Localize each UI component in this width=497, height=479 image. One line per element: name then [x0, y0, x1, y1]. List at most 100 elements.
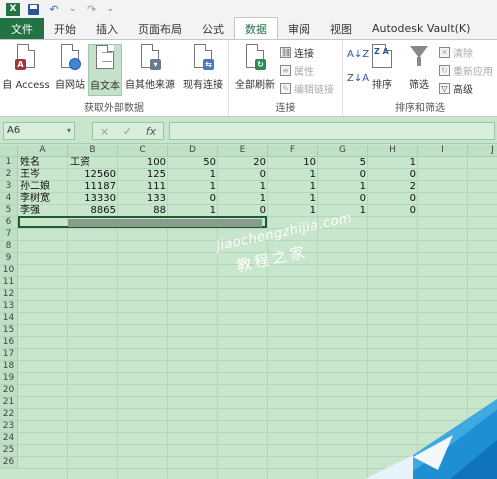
table-cell[interactable]: 8865: [68, 205, 118, 216]
existing-connections-button[interactable]: ⇆ 现有连接: [180, 44, 226, 96]
from-other-sources-button[interactable]: ▾ 自其他来源: [124, 44, 176, 96]
connections-button[interactable]: ⛓ 连接: [280, 44, 314, 60]
select-all-corner[interactable]: [0, 145, 18, 157]
column-header[interactable]: J: [468, 145, 497, 157]
table-cell[interactable]: 12560: [68, 169, 118, 180]
table-cell[interactable]: 1: [168, 205, 218, 216]
column-header[interactable]: G: [318, 145, 368, 157]
row-header[interactable]: 4: [0, 193, 18, 205]
row-header[interactable]: 10: [0, 265, 18, 277]
tab-autodesk-vault[interactable]: Autodesk Vault(K): [362, 18, 480, 39]
filter-button[interactable]: 筛选: [405, 44, 433, 96]
from-access-button[interactable]: A 自 Access: [2, 44, 50, 96]
table-cell[interactable]: 1: [218, 181, 268, 192]
row-header[interactable]: 20: [0, 385, 18, 397]
table-cell[interactable]: 1: [268, 205, 318, 216]
table-cell[interactable]: 王岑: [18, 169, 68, 180]
table-cell[interactable]: 125: [118, 169, 168, 180]
table-cell[interactable]: 工资: [68, 157, 118, 168]
column-header[interactable]: C: [118, 145, 168, 157]
tab-file[interactable]: 文件: [0, 18, 44, 39]
table-cell[interactable]: 1: [218, 193, 268, 204]
table-cell[interactable]: 0: [368, 205, 418, 216]
clear-filter-button[interactable]: ✕ 清除: [439, 44, 473, 60]
tab-data[interactable]: 数据: [234, 17, 278, 39]
from-web-button[interactable]: 自网站: [52, 44, 88, 96]
table-cell[interactable]: 111: [118, 181, 168, 192]
table-cell[interactable]: 50: [168, 157, 218, 168]
tab-review[interactable]: 审阅: [278, 18, 320, 39]
advanced-filter-button[interactable]: ▽ 高级: [439, 80, 473, 96]
row-header[interactable]: 22: [0, 409, 18, 421]
row-header[interactable]: 1: [0, 157, 18, 169]
tab-insert[interactable]: 插入: [86, 18, 128, 39]
tab-formulas[interactable]: 公式: [192, 18, 234, 39]
table-cell[interactable]: 13330: [68, 193, 118, 204]
table-cell[interactable]: 李强: [18, 205, 68, 216]
table-cell[interactable]: 0: [318, 169, 368, 180]
table-cell[interactable]: 20: [218, 157, 268, 168]
tab-home[interactable]: 开始: [44, 18, 86, 39]
table-cell[interactable]: 0: [318, 193, 368, 204]
row-header[interactable]: 2: [0, 169, 18, 181]
row-header[interactable]: 7: [0, 229, 18, 241]
row-header[interactable]: 3: [0, 181, 18, 193]
table-cell[interactable]: 0: [218, 169, 268, 180]
tab-page-layout[interactable]: 页面布局: [128, 18, 192, 39]
column-header[interactable]: E: [218, 145, 268, 157]
undo-icon[interactable]: ↶: [47, 3, 61, 16]
row-header[interactable]: 12: [0, 289, 18, 301]
table-cell[interactable]: 1: [268, 181, 318, 192]
column-header[interactable]: A: [18, 145, 68, 157]
row-header[interactable]: 5: [0, 205, 18, 217]
row-header[interactable]: 23: [0, 421, 18, 433]
table-cell[interactable]: 2: [368, 181, 418, 192]
cancel-icon[interactable]: ×: [100, 125, 109, 138]
table-cell[interactable]: 0: [368, 169, 418, 180]
row-header[interactable]: 17: [0, 349, 18, 361]
name-box[interactable]: A6 ▾: [3, 122, 75, 140]
table-cell[interactable]: 133: [118, 193, 168, 204]
table-cell[interactable]: 1: [318, 181, 368, 192]
row-header[interactable]: 14: [0, 313, 18, 325]
column-header[interactable]: I: [418, 145, 468, 157]
row-header[interactable]: 21: [0, 397, 18, 409]
row-header[interactable]: 8: [0, 241, 18, 253]
table-cell[interactable]: 5: [318, 157, 368, 168]
customize-qat-icon[interactable]: ⌄: [107, 4, 115, 14]
redo-icon[interactable]: ↷: [85, 3, 99, 16]
refresh-all-button[interactable]: ↻ 全部刷新: [232, 44, 278, 96]
table-cell[interactable]: 0: [218, 205, 268, 216]
save-icon[interactable]: [28, 3, 39, 15]
table-cell[interactable]: 李树宽: [18, 193, 68, 204]
properties-button[interactable]: ≡ 属性: [280, 62, 314, 78]
table-cell[interactable]: 孙二娘: [18, 181, 68, 192]
table-cell[interactable]: 1: [168, 181, 218, 192]
sort-ascending-button[interactable]: A↓Z: [347, 46, 369, 62]
row-header[interactable]: 11: [0, 277, 18, 289]
edit-links-button[interactable]: ✎ 编辑链接: [280, 80, 334, 96]
row-header[interactable]: 25: [0, 445, 18, 457]
row-header[interactable]: 15: [0, 325, 18, 337]
table-cell[interactable]: 11187: [68, 181, 118, 192]
column-header[interactable]: H: [368, 145, 418, 157]
table-cell[interactable]: 100: [118, 157, 168, 168]
chevron-down-icon[interactable]: ▾: [67, 123, 71, 139]
formula-input[interactable]: [169, 122, 495, 140]
table-cell[interactable]: 1: [268, 193, 318, 204]
column-header[interactable]: B: [68, 145, 118, 157]
table-cell[interactable]: 88: [118, 205, 168, 216]
sort-descending-button[interactable]: Z↓A: [347, 70, 369, 86]
tab-view[interactable]: 视图: [320, 18, 362, 39]
row-header[interactable]: 24: [0, 433, 18, 445]
table-cell[interactable]: 1: [368, 157, 418, 168]
row-header[interactable]: 18: [0, 361, 18, 373]
row-header[interactable]: 19: [0, 373, 18, 385]
table-cell[interactable]: 0: [168, 193, 218, 204]
row-header[interactable]: 9: [0, 253, 18, 265]
row-header[interactable]: 16: [0, 337, 18, 349]
table-cell[interactable]: 姓名: [18, 157, 68, 168]
row-header[interactable]: 26: [0, 457, 18, 469]
row-header[interactable]: 13: [0, 301, 18, 313]
table-cell[interactable]: 1: [268, 169, 318, 180]
